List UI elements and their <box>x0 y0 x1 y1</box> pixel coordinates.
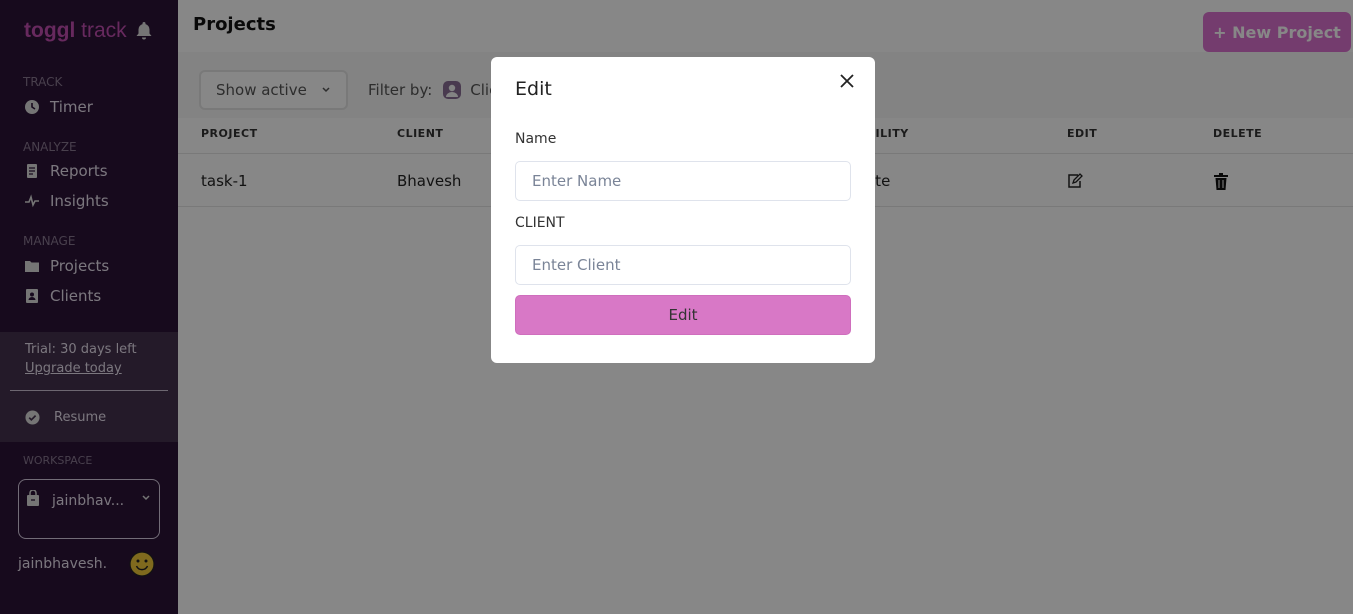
client-input[interactable] <box>515 245 851 285</box>
close-icon[interactable] <box>839 73 855 89</box>
edit-modal: Edit Name CLIENT Edit <box>491 57 875 363</box>
client-label: CLIENT <box>515 215 565 231</box>
name-label: Name <box>515 131 557 147</box>
edit-submit-button[interactable]: Edit <box>515 295 851 335</box>
modal-title: Edit <box>515 78 552 100</box>
name-input[interactable] <box>515 161 851 201</box>
